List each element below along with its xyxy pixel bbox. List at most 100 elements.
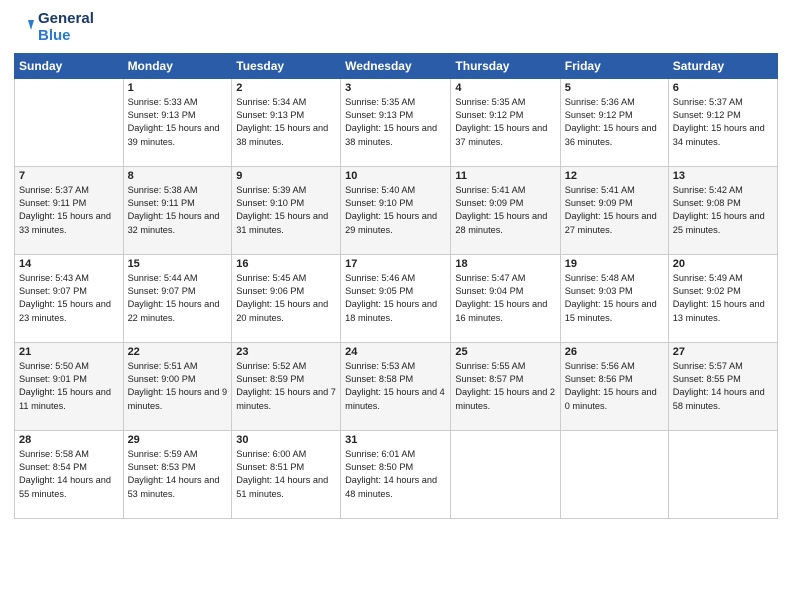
day-info: Sunrise: 5:50 AM Sunset: 9:01 PM Dayligh… — [19, 360, 119, 413]
day-cell: 5Sunrise: 5:36 AM Sunset: 9:12 PM Daylig… — [560, 78, 668, 166]
day-number: 30 — [236, 434, 336, 446]
day-info: Sunrise: 6:00 AM Sunset: 8:51 PM Dayligh… — [236, 448, 336, 501]
col-header-wednesday: Wednesday — [341, 53, 451, 78]
day-cell: 14Sunrise: 5:43 AM Sunset: 9:07 PM Dayli… — [15, 254, 124, 342]
day-info: Sunrise: 5:47 AM Sunset: 9:04 PM Dayligh… — [455, 272, 555, 325]
day-info: Sunrise: 5:48 AM Sunset: 9:03 PM Dayligh… — [565, 272, 664, 325]
day-number: 20 — [673, 258, 773, 270]
day-cell: 4 Sunrise: 5:35 AM Sunset: 9:12 PM Daylig… — [451, 78, 560, 166]
day-info: Sunrise: 5:41 AM Sunset: 9:09 PM Dayligh… — [455, 184, 555, 237]
day-cell: 12Sunrise: 5:41 AM Sunset: 9:09 PM Dayli… — [560, 166, 668, 254]
day-info: Sunrise: 5:58 AM Sunset: 8:54 PM Dayligh… — [19, 448, 119, 501]
day-cell: 10 Sunrise: 5:40 AM Sunset: 9:10 PM Dayli… — [341, 166, 451, 254]
day-number: 7 — [19, 170, 119, 182]
day-number: 3 — [345, 82, 446, 94]
day-cell: 3 Sunrise: 5:35 AM Sunset: 9:13 PM Daylig… — [341, 78, 451, 166]
day-cell: 25 Sunrise: 5:55 AM Sunset: 8:57 PM Dayli… — [451, 342, 560, 430]
day-info: Sunrise: 5:38 AM Sunset: 9:11 PM Dayligh… — [128, 184, 228, 237]
day-cell: 21Sunrise: 5:50 AM Sunset: 9:01 PM Dayli… — [15, 342, 124, 430]
calendar: SundayMondayTuesdayWednesdayThursdayFrid… — [14, 53, 778, 519]
week-row-5: 28 Sunrise: 5:58 AM Sunset: 8:54 PM Dayli… — [15, 430, 778, 518]
day-info: Sunrise: 5:36 AM Sunset: 9:12 PM Dayligh… — [565, 96, 664, 149]
day-info: Sunrise: 5:52 AM Sunset: 8:59 PM Dayligh… — [236, 360, 336, 413]
header: General Blue — [14, 10, 778, 45]
day-info: Sunrise: 5:55 AM Sunset: 8:57 PM Dayligh… — [455, 360, 555, 413]
day-cell — [451, 430, 560, 518]
day-number: 23 — [236, 346, 336, 358]
logo-blue: Blue — [38, 27, 94, 44]
day-cell: 23 Sunrise: 5:52 AM Sunset: 8:59 PM Dayli… — [232, 342, 341, 430]
week-row-4: 21Sunrise: 5:50 AM Sunset: 9:01 PM Dayli… — [15, 342, 778, 430]
day-number: 19 — [565, 258, 664, 270]
day-cell: 31 Sunrise: 6:01 AM Sunset: 8:50 PM Dayli… — [341, 430, 451, 518]
page: General Blue SundayMondayTuesdayWednesda… — [0, 0, 792, 612]
day-number: 4 — [455, 82, 555, 94]
calendar-header-row: SundayMondayTuesdayWednesdayThursdayFrid… — [15, 53, 778, 78]
day-cell: 30 Sunrise: 6:00 AM Sunset: 8:51 PM Dayli… — [232, 430, 341, 518]
logo-general: General — [38, 10, 94, 27]
day-info: Sunrise: 5:46 AM Sunset: 9:05 PM Dayligh… — [345, 272, 446, 325]
day-number: 2 — [236, 82, 336, 94]
week-row-2: 7 Sunrise: 5:37 AM Sunset: 9:11 PM Daylig… — [15, 166, 778, 254]
day-number: 18 — [455, 258, 555, 270]
day-number: 25 — [455, 346, 555, 358]
day-cell: 18 Sunrise: 5:47 AM Sunset: 9:04 PM Dayli… — [451, 254, 560, 342]
day-info: Sunrise: 5:35 AM Sunset: 9:12 PM Dayligh… — [455, 96, 555, 149]
day-cell: 19 Sunrise: 5:48 AM Sunset: 9:03 PM Dayli… — [560, 254, 668, 342]
day-info: Sunrise: 5:45 AM Sunset: 9:06 PM Dayligh… — [236, 272, 336, 325]
day-info: Sunrise: 5:49 AM Sunset: 9:02 PM Dayligh… — [673, 272, 773, 325]
day-cell: 11 Sunrise: 5:41 AM Sunset: 9:09 PM Dayli… — [451, 166, 560, 254]
day-number: 16 — [236, 258, 336, 270]
day-number: 17 — [345, 258, 446, 270]
day-number: 27 — [673, 346, 773, 358]
day-info: Sunrise: 5:37 AM Sunset: 9:12 PM Dayligh… — [673, 96, 773, 149]
day-cell: 15Sunrise: 5:44 AM Sunset: 9:07 PM Dayli… — [123, 254, 232, 342]
day-cell — [668, 430, 777, 518]
day-info: Sunrise: 5:57 AM Sunset: 8:55 PM Dayligh… — [673, 360, 773, 413]
day-cell: 9 Sunrise: 5:39 AM Sunset: 9:10 PM Daylig… — [232, 166, 341, 254]
logo: General Blue — [14, 10, 94, 45]
day-info: Sunrise: 5:35 AM Sunset: 9:13 PM Dayligh… — [345, 96, 446, 149]
day-number: 11 — [455, 170, 555, 182]
day-info: Sunrise: 5:39 AM Sunset: 9:10 PM Dayligh… — [236, 184, 336, 237]
day-number: 12 — [565, 170, 664, 182]
day-info: Sunrise: 5:42 AM Sunset: 9:08 PM Dayligh… — [673, 184, 773, 237]
day-cell: 28 Sunrise: 5:58 AM Sunset: 8:54 PM Dayli… — [15, 430, 124, 518]
day-info: Sunrise: 5:43 AM Sunset: 9:07 PM Dayligh… — [19, 272, 119, 325]
day-info: Sunrise: 5:34 AM Sunset: 9:13 PM Dayligh… — [236, 96, 336, 149]
day-info: Sunrise: 5:33 AM Sunset: 9:13 PM Dayligh… — [128, 96, 228, 149]
day-cell: 17 Sunrise: 5:46 AM Sunset: 9:05 PM Dayli… — [341, 254, 451, 342]
day-number: 24 — [345, 346, 446, 358]
day-number: 28 — [19, 434, 119, 446]
col-header-saturday: Saturday — [668, 53, 777, 78]
day-number: 26 — [565, 346, 664, 358]
day-number: 13 — [673, 170, 773, 182]
day-cell: 8 Sunrise: 5:38 AM Sunset: 9:11 PM Daylig… — [123, 166, 232, 254]
day-info: Sunrise: 5:40 AM Sunset: 9:10 PM Dayligh… — [345, 184, 446, 237]
day-info: Sunrise: 6:01 AM Sunset: 8:50 PM Dayligh… — [345, 448, 446, 501]
day-number: 6 — [673, 82, 773, 94]
week-row-1: 1 Sunrise: 5:33 AM Sunset: 9:13 PM Daylig… — [15, 78, 778, 166]
day-info: Sunrise: 5:56 AM Sunset: 8:56 PM Dayligh… — [565, 360, 664, 413]
day-cell — [15, 78, 124, 166]
day-cell: 1 Sunrise: 5:33 AM Sunset: 9:13 PM Daylig… — [123, 78, 232, 166]
day-info: Sunrise: 5:37 AM Sunset: 9:11 PM Dayligh… — [19, 184, 119, 237]
day-info: Sunrise: 5:59 AM Sunset: 8:53 PM Dayligh… — [128, 448, 228, 501]
day-info: Sunrise: 5:53 AM Sunset: 8:58 PM Dayligh… — [345, 360, 446, 413]
day-cell: 2 Sunrise: 5:34 AM Sunset: 9:13 PM Daylig… — [232, 78, 341, 166]
day-cell: 24 Sunrise: 5:53 AM Sunset: 8:58 PM Dayli… — [341, 342, 451, 430]
day-number: 8 — [128, 170, 228, 182]
day-number: 1 — [128, 82, 228, 94]
day-info: Sunrise: 5:51 AM Sunset: 9:00 PM Dayligh… — [128, 360, 228, 413]
col-header-thursday: Thursday — [451, 53, 560, 78]
day-number: 9 — [236, 170, 336, 182]
day-number: 10 — [345, 170, 446, 182]
day-cell: 16 Sunrise: 5:45 AM Sunset: 9:06 PM Dayli… — [232, 254, 341, 342]
day-cell: 20 Sunrise: 5:49 AM Sunset: 9:02 PM Dayli… — [668, 254, 777, 342]
day-cell: 29Sunrise: 5:59 AM Sunset: 8:53 PM Dayli… — [123, 430, 232, 518]
col-header-tuesday: Tuesday — [232, 53, 341, 78]
col-header-monday: Monday — [123, 53, 232, 78]
day-number: 31 — [345, 434, 446, 446]
day-cell — [560, 430, 668, 518]
day-number: 15 — [128, 258, 228, 270]
